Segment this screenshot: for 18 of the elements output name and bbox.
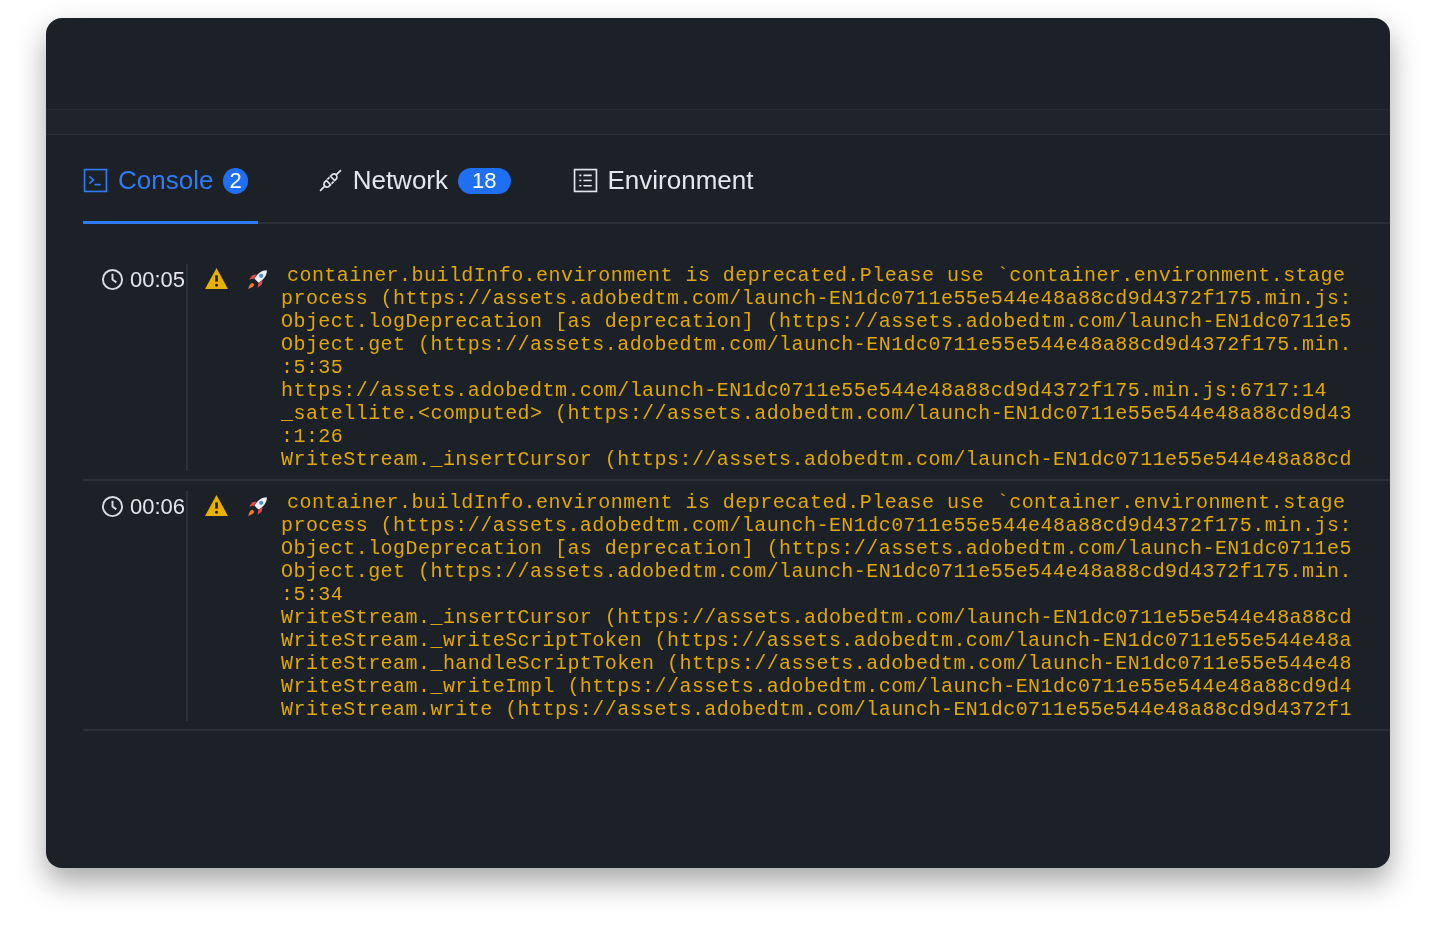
tab[interactable]: Console 2 — [83, 153, 258, 224]
clock-icon — [101, 268, 124, 291]
list-icon — [572, 168, 598, 193]
count-badge: 2 — [223, 167, 248, 194]
log-message: container.buildInfo.environment is deprecated.Please use `container.environment.stage process (https://assets.adobedtm.com/launch-EN1dc0711e55e544e48a88cd9d4372f175.min.js: Object.logDeprecation [as deprecation] (https://assets.adobedtm.com/launch-EN1dc0711e5 Object.get (https://assets.adobedtm.com/launch-EN1dc0711e55e544e48a88cd9d4372f175.min. :5:34 WriteStream._insertCursor (https://assets.adobedtm.com/launch-EN1dc0711e55e544e48a88cd WriteStream._writeScriptToken (https://assets.adobedtm.com/launch-EN1dc0711e55e544e48a WriteStream._handleScriptToken (https://assets.adobedtm.com/launch-EN1dc0711e55e544e48 WriteStream._writeImpl (https://assets.adobedtm.com/launch-EN1dc0711e55e544e48a88cd9d4 WriteStream.write (https://assets.adobedtm.com/launch-EN1dc0711e55e544e48a88cd9d4372f1 — [281, 491, 1352, 721]
tab[interactable]: Environment — [572, 153, 754, 224]
tab[interactable]: Network 18 — [317, 153, 511, 224]
timestamp: 00:06 — [130, 495, 186, 519]
warning-icon — [204, 494, 229, 517]
timestamp: 00:05 — [130, 268, 186, 292]
warning-icon — [204, 267, 229, 290]
terminal-icon — [83, 168, 108, 193]
count-badge: 18 — [458, 167, 511, 194]
log-message: container.buildInfo.environment is deprecated.Please use `container.environment.stage process (https://assets.adobedtm.com/launch-EN1dc0711e55e544e48a88cd9d4372f175.min.js: Object.logDeprecation [as deprecation] (https://assets.adobedtm.com/launch-EN1dc0711e5 Object.get (https://assets.adobedtm.com/launch-EN1dc0711e55e544e48a88cd9d4372f175.min. :5:35 https://assets.adobedtm.com/launch-EN1dc0711e55e544e48a88cd9d4372f175.min.js:6717:14 _satellite.<computed> (https://assets.adobedtm.com/launch-EN1dc0711e55e544e48a88cd9d43 :1:26 WriteStream._insertCursor (https://assets.adobedtm.com/launch-EN1dc0711e55e544e48a88cd — [281, 264, 1352, 471]
rocket-icon — [245, 494, 270, 519]
plug-icon — [317, 168, 343, 193]
clock-icon — [101, 495, 124, 518]
rocket-icon — [245, 267, 270, 292]
